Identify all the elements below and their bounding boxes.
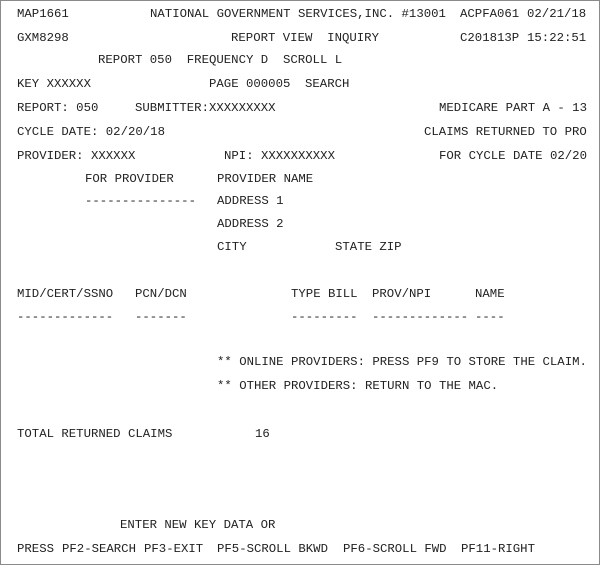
page-number: PAGE 000005 — [209, 77, 291, 91]
column-divider: ------------- — [372, 310, 469, 324]
total-returned-claims-label: TOTAL RETURNED CLAIMS — [17, 427, 173, 441]
report-frequency-line: REPORT 050 FREQUENCY D SCROLL L — [98, 53, 343, 67]
pf3-exit-key[interactable]: PF3-EXIT — [144, 541, 203, 557]
system-id: ACPFA061 — [460, 7, 520, 21]
for-provider-label: FOR PROVIDER — [85, 172, 174, 186]
column-header-prov-npi: PROV/NPI — [372, 287, 432, 301]
column-divider: --------- — [291, 310, 358, 324]
total-returned-claims-value: 16 — [255, 427, 270, 441]
column-header-mid: MID/CERT/SSNO — [17, 287, 114, 301]
city-label: CITY — [217, 240, 247, 254]
address2-label: ADDRESS 2 — [217, 217, 284, 231]
program: MEDICARE PART A - 13 — [439, 101, 587, 115]
npi: NPI: XXXXXXXXXX — [224, 149, 335, 163]
search-label: SEARCH — [305, 77, 350, 91]
submitter: SUBMITTER:XXXXXXXXX — [135, 101, 276, 115]
user-id: GXM8298 — [17, 31, 69, 45]
enter-key-prompt: ENTER NEW KEY DATA OR — [120, 518, 276, 532]
for-cycle-date: FOR CYCLE DATE 02/20 — [439, 149, 587, 163]
terminal-id: C201813P — [460, 31, 520, 45]
key-field[interactable]: KEY XXXXXX — [17, 76, 91, 92]
press-label: PRESS — [17, 542, 54, 556]
report-name: CLAIMS RETURNED TO PRO — [424, 125, 587, 139]
address1-label: ADDRESS 1 — [217, 194, 284, 208]
cycle-date: CYCLE DATE: 02/20/18 — [17, 125, 165, 139]
provider: PROVIDER: XXXXXX — [17, 149, 136, 163]
online-providers-message: ** ONLINE PROVIDERS: PRESS PF9 TO STORE … — [217, 355, 587, 369]
pf11-right-key[interactable]: PF11-RIGHT — [461, 541, 535, 557]
column-divider: ------------- — [17, 310, 114, 324]
map-id: MAP1661 — [17, 7, 69, 21]
provider-name-label: PROVIDER NAME — [217, 172, 314, 186]
column-header-name: NAME — [475, 287, 505, 301]
report-number: REPORT: 050 — [17, 101, 99, 115]
column-divider: ---- — [475, 310, 505, 324]
company-name: NATIONAL GOVERNMENT SERVICES,INC. #13001 — [150, 7, 446, 21]
pf2-search-key[interactable]: PF2-SEARCH — [62, 541, 136, 557]
state-zip-label: STATE ZIP — [335, 240, 402, 254]
column-header-type-bill: TYPE BILL — [291, 287, 358, 301]
column-header-pcn: PCN/DCN — [135, 287, 187, 301]
terminal-screen: MAP1661 NATIONAL GOVERNMENT SERVICES,INC… — [0, 0, 600, 565]
pf6-scroll-forward-key[interactable]: PF6-SCROLL FWD — [343, 541, 447, 557]
column-divider: ------- — [135, 310, 187, 324]
other-providers-message: ** OTHER PROVIDERS: RETURN TO THE MAC. — [217, 379, 499, 393]
for-provider-divider: --------------- — [85, 194, 196, 208]
time: 15:22:51 — [527, 31, 587, 45]
date: 02/21/18 — [527, 7, 587, 21]
pf5-scroll-backward-key[interactable]: PF5-SCROLL BKWD — [217, 541, 328, 557]
screen-title: REPORT VIEW INQUIRY — [231, 31, 379, 45]
